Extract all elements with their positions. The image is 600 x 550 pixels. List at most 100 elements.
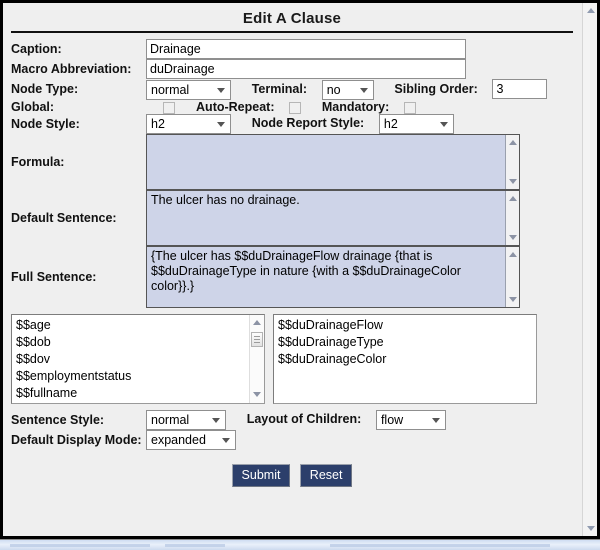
scroll-down-icon[interactable] [506,293,519,306]
node-type-field-cell: normal Terminal: no Sibling Orde [146,79,569,100]
default-display-mode-field-cell: expanded [146,430,569,450]
macro-abbreviation-input[interactable] [146,59,466,79]
chevron-down-icon [440,122,448,127]
row-node-type: Node Type: normal Terminal: no [11,79,569,100]
available-macros-items: $$age $$dob $$dov $$employmentstatus $$f… [12,315,248,404]
flags-field-cell: Auto-Repeat: Mandatory: [146,100,569,114]
list-item[interactable]: $$dob [16,334,244,351]
row-caption: Caption: [11,39,569,59]
default-sentence-label: Default Sentence: [11,190,146,246]
row-flags: Global: Auto-Repeat: Mandatory: [11,100,569,114]
available-macros-listbox[interactable]: $$age $$dob $$dov $$employmentstatus $$f… [11,314,265,404]
formula-textarea[interactable] [146,134,520,190]
terminal-select[interactable]: no [322,80,374,100]
macro-abbreviation-label: Macro Abbreviation: [11,59,146,79]
row-default-sentence: Default Sentence: The ulcer has no drain… [11,190,569,246]
sentence-style-value: normal [151,413,189,427]
full-sentence-label: Full Sentence: [11,246,146,308]
node-type-value: normal [151,83,189,97]
scroll-down-icon[interactable] [506,175,519,188]
scroll-up-icon[interactable] [583,3,598,18]
chevron-down-icon [432,418,440,423]
full-sentence-textarea[interactable]: {The ulcer has $$duDrainageFlow drainage… [146,246,520,308]
layout-of-children-label: Layout of Children: [247,412,362,426]
row-macro-abbreviation: Macro Abbreviation: [11,59,569,79]
node-type-select[interactable]: normal [146,80,231,100]
default-sentence-textarea[interactable]: The ulcer has no drainage. [146,190,520,246]
sentence-style-label: Sentence Style: [11,410,146,430]
scroll-down-icon[interactable] [506,231,519,244]
caption-input[interactable] [146,39,466,59]
formula-text [147,135,505,189]
terminal-label: Terminal: [252,82,307,96]
node-report-style-select[interactable]: h2 [379,114,454,134]
full-sentence-scrollbar[interactable] [505,247,519,307]
full-sentence-text: {The ulcer has $$duDrainageFlow drainage… [147,247,505,307]
row-default-display-mode: Default Display Mode: expanded [11,430,569,450]
node-style-value: h2 [151,117,165,131]
sentence-style-field-cell: normal Layout of Children: flow [146,410,569,430]
scroll-up-icon[interactable] [250,316,264,330]
node-report-style-value: h2 [384,117,398,131]
mandatory-label: Mandatory: [322,100,389,114]
formula-label: Formula: [11,134,146,190]
sibling-order-label: Sibling Order: [394,82,477,96]
node-style-select[interactable]: h2 [146,114,231,134]
title-divider [11,31,573,33]
clause-form: Caption: Macro Abbreviation: [11,39,569,308]
node-report-style-label: Node Report Style: [252,116,365,130]
sibling-order-input[interactable] [492,79,547,99]
chevron-down-icon [360,88,368,93]
row-formula: Formula: [11,134,569,190]
list-item[interactable]: $$employmentstatus [16,368,244,385]
used-macros-listbox[interactable]: $$duDrainageFlow $$duDrainageType $$duDr… [273,314,537,404]
node-type-label: Node Type: [11,79,146,100]
full-sentence-field-cell: {The ulcer has $$duDrainageFlow drainage… [146,246,569,308]
available-macros-scrollbar[interactable] [249,315,264,403]
scroll-down-icon[interactable] [583,521,598,536]
scroll-up-icon[interactable] [506,248,519,261]
browser-vertical-scrollbar[interactable] [582,3,597,536]
scroll-down-icon[interactable] [250,388,264,402]
global-label: Global: [11,100,146,114]
default-display-mode-label: Default Display Mode: [11,430,146,450]
list-item[interactable]: $$fullname [16,385,244,402]
layout-of-children-value: flow [381,413,403,427]
list-item[interactable]: $$duDrainageFlow [278,317,532,334]
caption-label: Caption: [11,39,146,59]
mandatory-checkbox[interactable] [404,102,416,114]
macro-abbreviation-field-cell [146,59,569,79]
scroll-up-icon[interactable] [506,136,519,149]
row-node-style: Node Style: h2 Node Report Style: h2 [11,114,569,134]
layout-of-children-select[interactable]: flow [376,410,446,430]
default-display-mode-select[interactable]: expanded [146,430,236,450]
reset-button[interactable]: Reset [300,464,353,487]
chevron-down-icon [217,88,225,93]
row-full-sentence: Full Sentence: {The ulcer has $$duDraina… [11,246,569,308]
auto-repeat-checkbox[interactable] [289,102,301,114]
default-sentence-text: The ulcer has no drainage. [147,191,505,245]
form-actions: Submit Reset [11,464,573,487]
default-sentence-scrollbar[interactable] [505,191,519,245]
macro-lists: $$age $$dob $$dov $$employmentstatus $$f… [11,314,573,404]
sentence-style-select[interactable]: normal [146,410,226,430]
formula-field-cell [146,134,569,190]
default-display-mode-value: expanded [151,433,206,447]
used-macros-items: $$duDrainageFlow $$duDrainageType $$duDr… [274,315,536,370]
page-title: Edit A Clause [11,8,573,31]
formula-scrollbar[interactable] [505,135,519,189]
chevron-down-icon [212,418,220,423]
list-item[interactable]: $$dov [16,351,244,368]
scrollbar-thumb[interactable] [251,332,263,347]
submit-button[interactable]: Submit [232,464,291,487]
global-checkbox[interactable] [163,102,175,114]
list-item[interactable]: $$duDrainageType [278,334,532,351]
auto-repeat-label: Auto-Repeat: [196,100,274,114]
bottom-options: Sentence Style: normal Layout of Childre… [11,410,569,450]
status-bar [0,539,600,550]
list-item[interactable]: $$age [16,317,244,334]
scroll-up-icon[interactable] [506,192,519,205]
page-viewport: Edit A Clause Caption: Macro Abbreviatio… [3,3,597,536]
list-item[interactable]: $$duDrainageColor [278,351,532,368]
terminal-value: no [327,83,341,97]
